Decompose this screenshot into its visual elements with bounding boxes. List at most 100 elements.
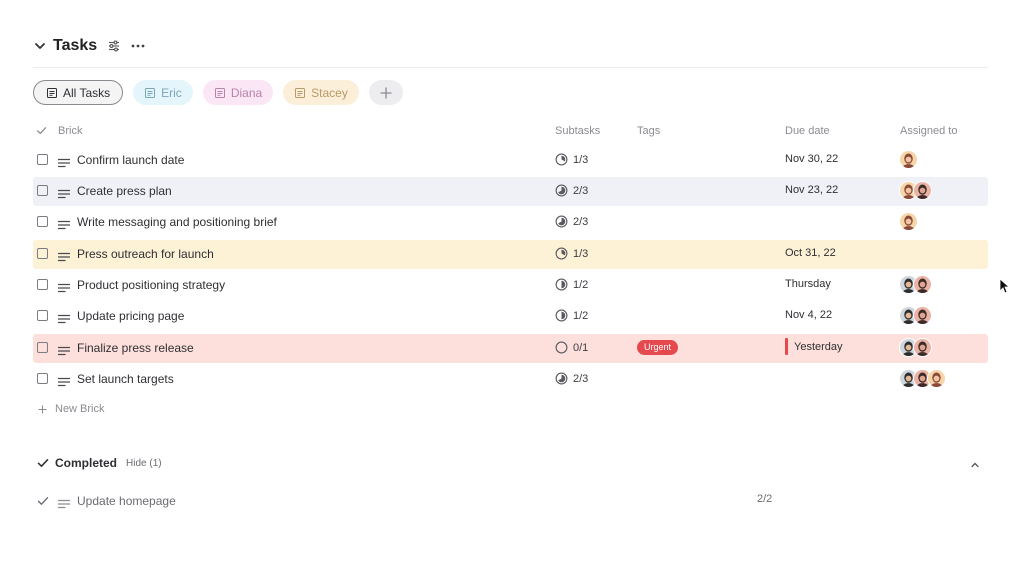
subtask-progress-icon bbox=[555, 278, 568, 291]
description-icon bbox=[57, 217, 71, 230]
new-brick-label: New Brick bbox=[55, 403, 105, 415]
subtask-count-label: 1/3 bbox=[573, 153, 589, 166]
completed-check-icon[interactable] bbox=[37, 495, 49, 507]
select-all-check-icon[interactable] bbox=[36, 125, 47, 136]
filter-chip-eric[interactable]: Eric bbox=[133, 80, 193, 105]
task-checkbox[interactable] bbox=[37, 248, 48, 259]
subtask-count[interactable]: 1/3 bbox=[555, 153, 588, 166]
assignees[interactable] bbox=[899, 275, 932, 294]
avatar[interactable] bbox=[899, 212, 918, 231]
column-header-subtasks[interactable]: Subtasks bbox=[555, 124, 600, 138]
completed-label: Completed bbox=[55, 456, 118, 470]
description-icon bbox=[57, 311, 71, 324]
filter-chips: All Tasks Eric Diana Stacey bbox=[33, 80, 403, 105]
task-name[interactable]: Finalize press release bbox=[77, 341, 194, 356]
subtask-count[interactable]: 1/2 bbox=[555, 309, 588, 322]
task-checkbox[interactable] bbox=[37, 154, 48, 165]
filter-settings-icon[interactable] bbox=[107, 39, 121, 53]
due-date[interactable]: Nov 23, 22 bbox=[785, 183, 838, 198]
subtask-count[interactable]: 2/3 bbox=[555, 215, 588, 228]
subtask-progress-icon bbox=[555, 309, 568, 322]
task-name[interactable]: Press outreach for launch bbox=[77, 247, 214, 262]
completed-section-header: Completed Hide (1) bbox=[37, 456, 162, 470]
column-header-tags[interactable]: Tags bbox=[637, 124, 660, 138]
filter-chip-all-tasks[interactable]: All Tasks bbox=[33, 80, 124, 105]
assignees[interactable] bbox=[899, 306, 932, 325]
task-checkbox[interactable] bbox=[37, 373, 48, 384]
task-row[interactable]: Write messaging and positioning brief 2/… bbox=[33, 208, 988, 237]
task-row[interactable]: Set launch targets 2/3 bbox=[33, 365, 988, 394]
person-avatar-icon bbox=[900, 151, 917, 168]
subtask-count-label: 2/3 bbox=[573, 215, 589, 228]
task-row[interactable]: Update pricing page 1/2 Nov 4, 22 bbox=[33, 302, 988, 331]
assignees[interactable] bbox=[899, 150, 918, 169]
avatar[interactable] bbox=[927, 369, 946, 388]
person-avatar-icon bbox=[914, 182, 931, 199]
subtask-count[interactable]: 1/2 bbox=[555, 278, 588, 291]
avatar[interactable] bbox=[913, 275, 932, 294]
subtask-count[interactable]: 2/3 bbox=[555, 372, 588, 385]
task-name[interactable]: Update homepage bbox=[77, 494, 176, 508]
page-title: Tasks bbox=[53, 37, 98, 54]
filter-chip-label: All Tasks bbox=[63, 85, 111, 100]
subtask-count[interactable]: 2/2 bbox=[752, 493, 772, 505]
chevron-down-icon[interactable] bbox=[33, 39, 47, 53]
column-header-brick[interactable]: Brick bbox=[58, 124, 82, 138]
assignees[interactable] bbox=[899, 212, 918, 231]
task-checkbox[interactable] bbox=[37, 185, 48, 196]
subtask-count[interactable]: 2/3 bbox=[555, 184, 588, 197]
due-date[interactable]: Yesterday bbox=[785, 338, 843, 355]
subtask-count[interactable]: 1/3 bbox=[555, 247, 588, 260]
due-date[interactable]: Thursday bbox=[785, 277, 831, 292]
task-row[interactable]: Press outreach for launch 1/3 Oct 31, 22 bbox=[33, 240, 988, 269]
assignees[interactable] bbox=[899, 181, 932, 200]
person-avatar-icon bbox=[914, 307, 931, 324]
task-checkbox[interactable] bbox=[37, 342, 48, 353]
task-checkbox[interactable] bbox=[37, 310, 48, 321]
task-row[interactable]: Confirm launch date 1/3 Nov 30, 22 bbox=[33, 146, 988, 175]
subtask-count-label: 2/3 bbox=[573, 372, 589, 385]
task-name[interactable]: Create press plan bbox=[77, 184, 172, 199]
person-avatar-icon bbox=[914, 339, 931, 356]
task-name[interactable]: Write messaging and positioning brief bbox=[77, 215, 277, 230]
task-name[interactable]: Confirm launch date bbox=[77, 153, 184, 168]
assignees[interactable] bbox=[899, 338, 932, 357]
due-date-label: Yesterday bbox=[794, 341, 843, 353]
task-checkbox[interactable] bbox=[37, 279, 48, 290]
list-icon bbox=[47, 87, 57, 98]
column-header-due-date[interactable]: Due date bbox=[785, 124, 830, 138]
subtask-progress-icon bbox=[555, 372, 568, 385]
subtask-progress-icon bbox=[555, 341, 568, 354]
task-name[interactable]: Product positioning strategy bbox=[77, 278, 225, 293]
assignees[interactable] bbox=[899, 369, 946, 388]
more-options-icon[interactable] bbox=[131, 39, 145, 53]
avatar[interactable] bbox=[913, 338, 932, 357]
column-header-assigned-to[interactable]: Assigned to bbox=[900, 124, 957, 138]
urgent-tag[interactable]: Urgent bbox=[637, 340, 679, 355]
hide-completed-button[interactable]: Hide (1) bbox=[126, 458, 162, 469]
task-row[interactable]: Create press plan 2/3 Nov 23, 22 bbox=[33, 177, 988, 206]
avatar[interactable] bbox=[913, 181, 932, 200]
due-date[interactable]: Oct 31, 22 bbox=[785, 246, 836, 261]
avatar[interactable] bbox=[913, 306, 932, 325]
filter-chip-label: Eric bbox=[161, 85, 182, 100]
due-date[interactable]: Nov 30, 22 bbox=[785, 152, 838, 167]
chevron-up-icon[interactable] bbox=[968, 458, 982, 472]
overdue-indicator bbox=[785, 338, 788, 355]
mouse-cursor-icon bbox=[999, 278, 1009, 294]
task-name[interactable]: Set launch targets bbox=[77, 372, 174, 387]
add-filter-button[interactable] bbox=[368, 80, 403, 105]
filter-chip-diana[interactable]: Diana bbox=[202, 80, 274, 105]
description-icon bbox=[57, 374, 71, 387]
task-name[interactable]: Update pricing page bbox=[77, 309, 184, 324]
due-date[interactable]: Nov 4, 22 bbox=[785, 308, 832, 323]
filter-chip-stacey[interactable]: Stacey bbox=[283, 80, 359, 105]
task-row[interactable]: Finalize press release 0/1 Urgent Yesterda… bbox=[33, 334, 988, 363]
task-row[interactable]: Product positioning strategy 1/2 Thursday bbox=[33, 271, 988, 300]
new-brick-button[interactable]: New Brick bbox=[38, 403, 105, 415]
description-icon bbox=[57, 186, 71, 199]
task-checkbox[interactable] bbox=[37, 216, 48, 227]
subtask-count[interactable]: 0/1 bbox=[555, 341, 588, 354]
completed-task-row[interactable]: Update homepage 2/2 bbox=[33, 488, 988, 514]
avatar[interactable] bbox=[899, 150, 918, 169]
